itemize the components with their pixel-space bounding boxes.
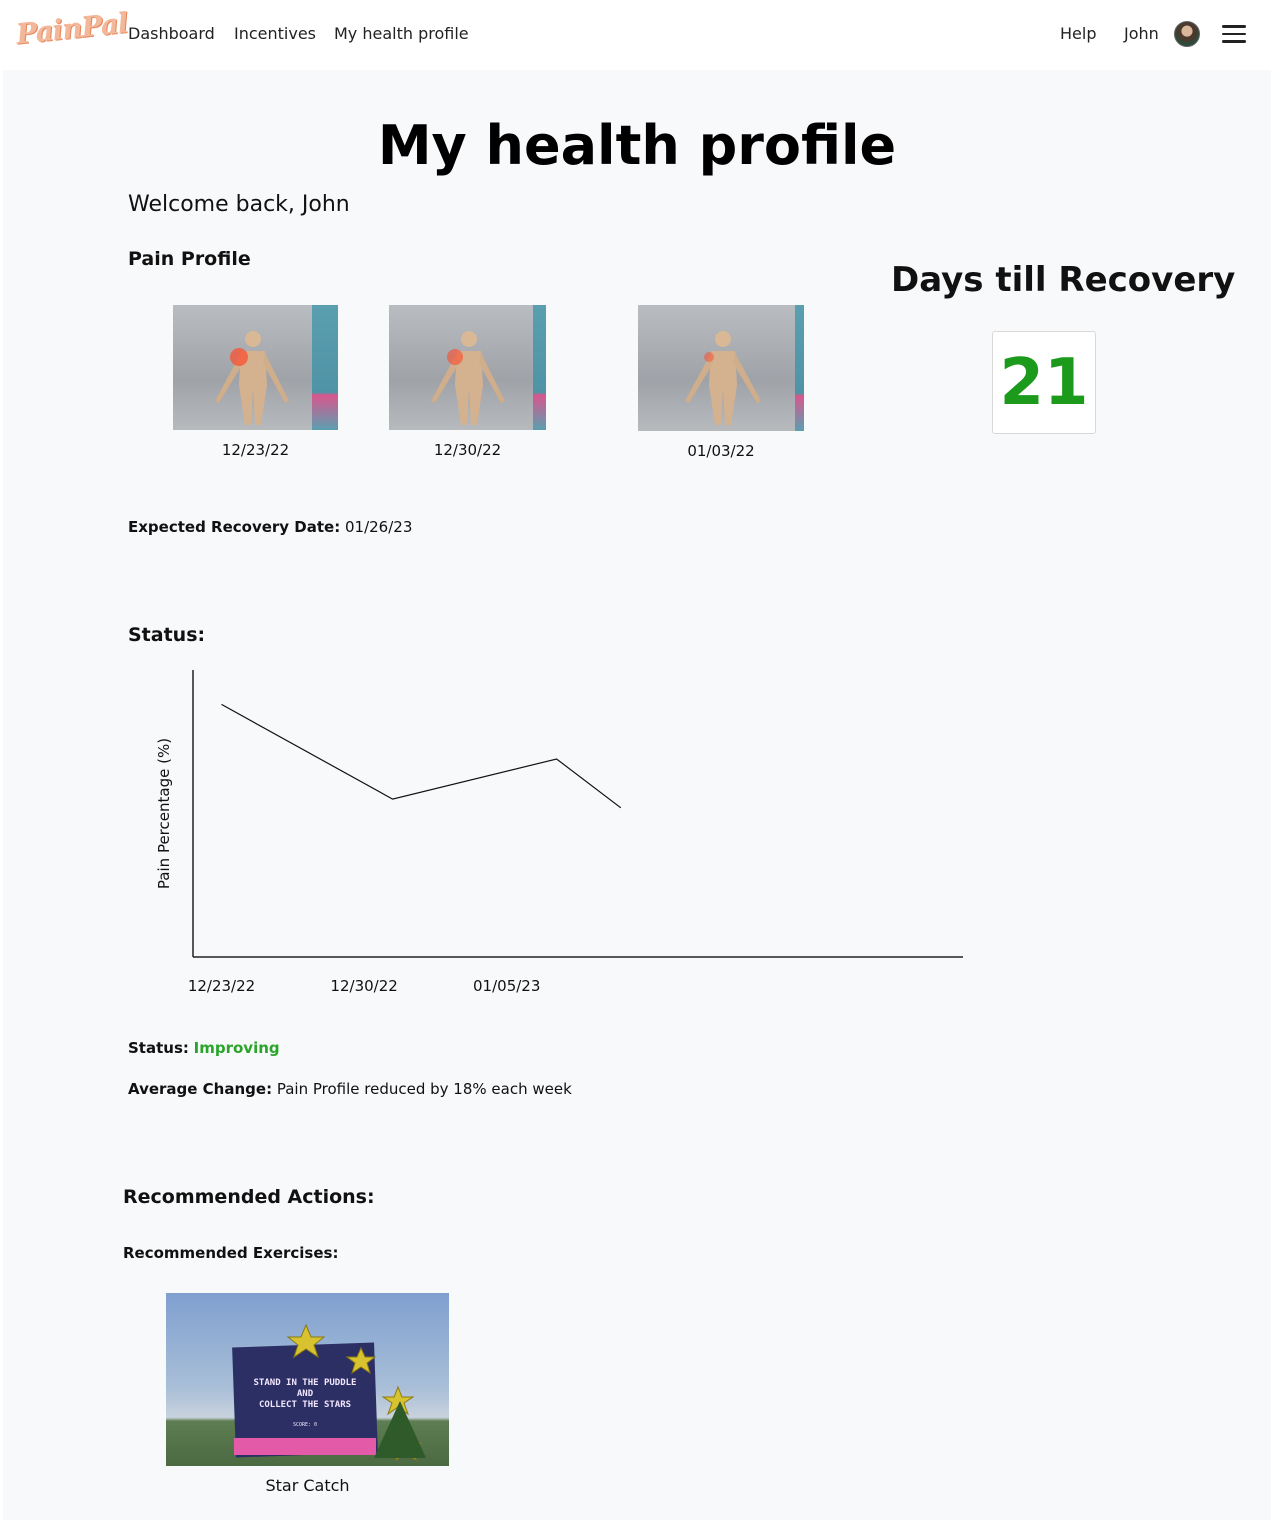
status-heading: Status: xyxy=(128,624,206,646)
nav-dashboard[interactable]: Dashboard xyxy=(128,24,215,43)
chart-x-tick-label: 01/05/23 xyxy=(473,977,540,995)
expected-recovery-date: Expected Recovery Date: 01/26/23 xyxy=(128,518,412,536)
page-title: My health profile xyxy=(377,114,897,177)
pain-profile-snapshot[interactable] xyxy=(638,305,804,431)
main-content: My health profile Welcome back, John Pai… xyxy=(3,70,1271,1520)
average-change-label: Average Change: xyxy=(128,1080,273,1098)
expected-recovery-value: 01/26/23 xyxy=(345,518,413,536)
screen-text-line-3: COLLECT THE STARS xyxy=(259,1400,351,1410)
exercise-name: Star Catch xyxy=(265,1476,350,1495)
average-change-value: Pain Profile reduced by 18% each week xyxy=(276,1080,572,1098)
body-model-icon xyxy=(215,331,289,425)
exercise-card-star-catch[interactable]: STAND IN THE PUDDLE AND COLLECT THE STAR… xyxy=(166,1293,449,1466)
days-till-recovery-count: 21 xyxy=(992,331,1096,434)
days-till-recovery-heading: Days till Recovery xyxy=(891,260,1236,300)
side-panel xyxy=(533,305,546,430)
hamburger-menu-icon[interactable] xyxy=(1222,25,1246,43)
average-change-line: Average Change: Pain Profile reduced by … xyxy=(128,1080,572,1098)
body-model-icon xyxy=(685,331,761,425)
status-value: Improving xyxy=(193,1039,280,1057)
avatar[interactable] xyxy=(1174,21,1200,47)
pain-profile-heading: Pain Profile xyxy=(128,248,251,270)
welcome-message: Welcome back, John xyxy=(128,192,350,217)
pain-profile-snapshot[interactable] xyxy=(389,305,546,430)
body-model-icon xyxy=(431,331,505,425)
painpal-logo[interactable]: PainPal xyxy=(15,6,129,50)
chart-x-tick-label: 12/30/22 xyxy=(330,977,397,995)
recommended-actions-heading: Recommended Actions: xyxy=(123,1186,375,1208)
snapshot-date: 12/23/22 xyxy=(221,441,290,459)
nav-help[interactable]: Help xyxy=(1060,24,1096,43)
snapshot-date: 12/30/22 xyxy=(433,441,502,459)
status-line: Status: Improving xyxy=(128,1039,280,1057)
chart-y-axis-label: Pain Percentage (%) xyxy=(155,738,173,889)
expected-recovery-label: Expected Recovery Date: xyxy=(128,518,341,536)
nav-incentives[interactable]: Incentives xyxy=(234,24,316,43)
recommended-exercises-heading: Recommended Exercises: xyxy=(123,1244,339,1262)
screen-text-line-1: STAND IN THE PUDDLE xyxy=(254,1378,357,1388)
nav-user-name[interactable]: John xyxy=(1124,24,1159,43)
top-navbar: PainPal Dashboard Incentives My health p… xyxy=(0,0,1274,70)
screen-score: SCORE: 0 xyxy=(293,1422,317,1428)
chart-x-tick-label: 12/23/22 xyxy=(188,977,255,995)
tree-icon xyxy=(374,1401,426,1458)
pain-line-chart: 12/23/22 12/30/22 01/05/23 Pain Percentage … xyxy=(155,670,963,995)
pain-profile-snapshot[interactable] xyxy=(173,305,338,430)
star-catch-thumbnail: STAND IN THE PUDDLE AND COLLECT THE STAR… xyxy=(232,1323,426,1462)
chart-series-line xyxy=(221,703,622,809)
side-panel xyxy=(795,305,804,431)
nav-my-health-profile[interactable]: My health profile xyxy=(334,24,469,43)
status-label: Status: xyxy=(128,1039,189,1057)
snapshot-date: 01/03/22 xyxy=(687,442,755,460)
pain-chart: 12/23/22 12/30/22 01/05/23 Pain Percentage … xyxy=(143,660,973,1000)
screen-text-line-2: AND xyxy=(297,1389,314,1399)
side-panel xyxy=(312,305,338,430)
